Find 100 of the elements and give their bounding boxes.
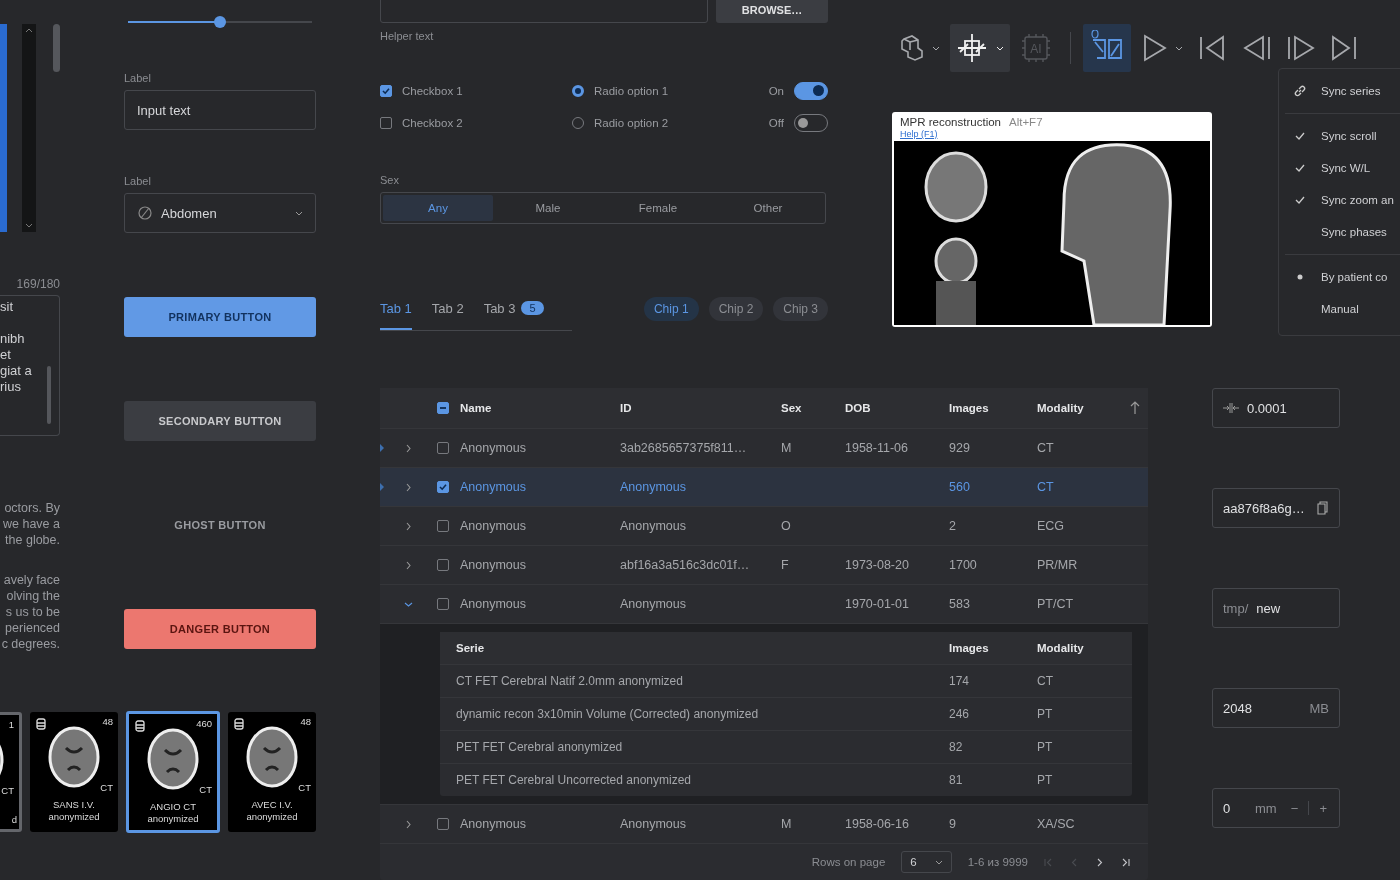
table-row[interactable]: Anonymous abf16a3a516c3dc01f… F 1973-08-20 1700 PR/MR	[380, 546, 1148, 585]
browse-button[interactable]: BROWSE…	[716, 0, 828, 23]
column-header[interactable]: Modality	[1037, 402, 1117, 414]
scrollbar[interactable]	[22, 24, 36, 232]
series-thumbnail[interactable]: 460 CT ANGIO CT anonymized	[126, 711, 220, 833]
column-header[interactable]: Images	[949, 402, 1037, 414]
series-row[interactable]: PET FET Cerebral anonymized 82 PT	[440, 731, 1132, 764]
tab[interactable]: Tab 1	[380, 294, 412, 330]
table-cell: 81	[949, 773, 963, 787]
column-header[interactable]: ID	[620, 402, 781, 414]
series-thumbnail[interactable]: 1 CT d	[0, 712, 22, 832]
chevron-down-icon	[295, 210, 303, 216]
crosshair-icon	[956, 32, 988, 64]
expand-chevron-icon[interactable]	[405, 819, 411, 829]
row-checkbox[interactable]	[437, 481, 449, 493]
copy-icon[interactable]	[1317, 501, 1329, 515]
column-header[interactable]: Name	[460, 402, 620, 414]
chevron-down-icon[interactable]	[25, 223, 33, 228]
menu-item[interactable]: Sync scroll	[1279, 120, 1400, 152]
rows-per-page-label: Rows on page	[811, 856, 886, 868]
expand-chevron-icon[interactable]	[405, 443, 411, 453]
image-count: 48	[300, 716, 311, 727]
select-dropdown[interactable]: Abdomen	[124, 193, 316, 233]
table-cell: Anonymous	[460, 817, 526, 831]
table-cell: Anonymous	[620, 817, 686, 831]
table-row[interactable]: Anonymous Anonymous 560 CT	[380, 468, 1148, 507]
chevron-up-icon[interactable]	[25, 28, 33, 33]
series-row[interactable]: PET FET Cerebral Uncorrected anonymized 81 PT	[440, 764, 1132, 796]
table-cell: O	[781, 519, 791, 533]
expand-chevron-icon[interactable]	[405, 482, 411, 492]
path-prefix: tmp/	[1223, 600, 1249, 616]
toolbar-button[interactable]	[950, 24, 1010, 72]
increment-button[interactable]: +	[1317, 800, 1329, 816]
series-row[interactable]: dynamic recon 3x10min Volume (Corrected) anonymized 246 PT	[440, 698, 1132, 731]
radio-button[interactable]: Radio option 1	[572, 82, 769, 100]
row-checkbox[interactable]	[437, 818, 449, 830]
column-header: Modality	[1037, 642, 1085, 654]
chip[interactable]: Chip 3	[773, 297, 828, 321]
table-cell: 1973-08-20	[845, 558, 909, 572]
expand-chevron-icon[interactable]	[405, 521, 411, 531]
segment-option[interactable]: Any	[383, 195, 493, 221]
select-all-checkbox[interactable]	[437, 402, 449, 414]
row-checkbox[interactable]	[437, 442, 449, 454]
row-checkbox[interactable]	[437, 520, 449, 532]
help-link[interactable]: Help (F1)	[894, 128, 944, 141]
scrollbar-thumb[interactable]	[53, 24, 60, 72]
menu-item[interactable]: Sync zoom an	[1279, 184, 1400, 216]
action-button[interactable]: GHOST BUTTON	[124, 505, 316, 545]
expand-chevron-icon[interactable]	[403, 601, 413, 607]
input-field[interactable]: 2048 MB	[1212, 688, 1340, 728]
input-field[interactable]: 0.0001	[1212, 388, 1340, 428]
text-input[interactable]: Input text	[124, 90, 316, 130]
row-checkbox[interactable]	[437, 598, 449, 610]
table-cell: CT	[1037, 674, 1053, 688]
series-caption: ANGIO CT anonymized	[147, 801, 199, 825]
chip[interactable]: Chip 2	[708, 297, 764, 321]
segment-option[interactable]: Other	[713, 195, 823, 221]
table-cell: M	[781, 441, 792, 455]
action-button[interactable]: SECONDARY BUTTON	[124, 401, 316, 441]
image-count: 48	[102, 716, 113, 727]
count-badge: 5	[521, 301, 544, 315]
table-cell: 1958-11-06	[845, 441, 908, 455]
series-thumbnail[interactable]: 48 CT AVEC I.V. anonymized	[228, 712, 316, 832]
field-label: Label	[124, 72, 152, 84]
toggle-switch[interactable]	[794, 82, 828, 100]
chip[interactable]: Chip 1	[643, 297, 699, 321]
checkbox[interactable]: Checkbox 2	[380, 114, 572, 132]
input-field[interactable]: aa876f8a6g…	[1212, 488, 1340, 528]
table-cell: Anonymous	[620, 519, 686, 533]
menu-item[interactable]: Sync series	[1279, 75, 1400, 107]
action-button[interactable]: DANGER BUTTON	[124, 609, 316, 649]
column-header[interactable]: DOB	[845, 402, 949, 414]
page-size-select[interactable]: 6	[901, 851, 952, 873]
menu-item[interactable]: Sync phases	[1279, 216, 1400, 248]
checkbox[interactable]: Checkbox 1	[380, 82, 572, 100]
tab[interactable]: Tab 2	[431, 294, 464, 330]
menu-item[interactable]: By patient co	[1279, 261, 1400, 293]
input-field[interactable]: tmp/ new	[1212, 588, 1340, 628]
segment-option[interactable]: Male	[493, 195, 603, 221]
decrement-button[interactable]: −	[1288, 800, 1301, 816]
input-field[interactable]: 0 mm − +	[1212, 788, 1340, 828]
segment-option[interactable]: Female	[603, 195, 713, 221]
action-button[interactable]: PRIMARY BUTTON	[124, 297, 316, 337]
caret-icon	[932, 45, 940, 51]
tab[interactable]: Tab 3 5	[483, 294, 544, 330]
text-area[interactable]: sit nibh et giat a rius	[0, 295, 60, 436]
column-header[interactable]: Sex	[781, 402, 845, 414]
menu-item[interactable]: Sync W/L	[1279, 152, 1400, 184]
table-row[interactable]: Anonymous Anonymous O 2 ECG	[380, 507, 1148, 546]
expand-chevron-icon[interactable]	[405, 560, 411, 570]
menu-item[interactable]: Manual	[1279, 293, 1400, 325]
series-caption: SANS I.V. anonymized	[48, 799, 100, 823]
sort-arrow-icon[interactable]	[1130, 401, 1140, 415]
table-row[interactable]: Anonymous Anonymous M 1958-06-16 9 XA/SC	[380, 805, 1148, 844]
series-row[interactable]: CT FET Cerebral Natif 2.0mm anonymized 174 CT	[440, 665, 1132, 698]
table-cell: 560	[949, 480, 970, 494]
table-cell: CT FET Cerebral Natif 2.0mm anonymized	[456, 674, 683, 688]
radio-button[interactable]: Radio option 2	[572, 114, 769, 132]
row-checkbox[interactable]	[437, 559, 449, 571]
series-thumbnail[interactable]: 48 CT SANS I.V. anonymized	[30, 712, 118, 832]
